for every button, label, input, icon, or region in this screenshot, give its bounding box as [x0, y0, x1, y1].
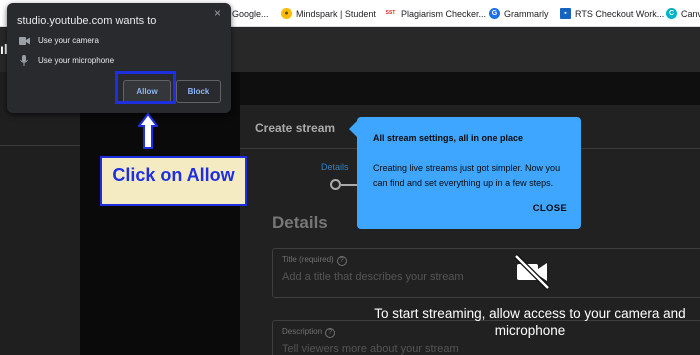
tooltip-body: Creating live streams just got simpler. … — [373, 163, 561, 188]
rts-icon: ▪ — [560, 8, 571, 19]
help-icon[interactable]: ? — [325, 328, 336, 338]
sst-icon: SST — [385, 10, 396, 16]
description-field-label: Description — [282, 327, 323, 336]
bookmark-plagiarism-checker[interactable]: SST Plagiarism Checker... — [384, 0, 486, 27]
bulb-icon: ● — [281, 8, 292, 19]
grammarly-icon: G — [489, 8, 500, 19]
title-placeholder: Add a title that describes your stream — [282, 271, 464, 283]
title-field[interactable]: Title (required)? Add a title that descr… — [272, 248, 700, 298]
background-area — [80, 72, 240, 355]
tooltip-title: All stream settings, all in one place — [373, 133, 524, 143]
camera-access-message: To start streaming, allow access to your… — [374, 306, 686, 338]
annotation-label: Click on Allow — [112, 165, 235, 185]
title-field-label: Title (required) — [282, 255, 334, 264]
description-placeholder: Tell viewers more about your stream — [282, 343, 459, 355]
left-sidebar — [0, 72, 80, 355]
tooltip-close-button[interactable]: CLOSE — [533, 203, 567, 214]
bookmark-mindspark[interactable]: ● Mindspark | Student — [281, 0, 376, 27]
up-arrow-icon — [138, 113, 158, 149]
bookmark-google[interactable]: Google... — [232, 0, 269, 27]
sidebar-divider — [0, 145, 80, 146]
section-heading: Details — [272, 213, 328, 232]
permission-camera: Use your camera — [17, 36, 99, 45]
dialog-title: Create stream — [255, 121, 336, 135]
tooltip-arrow — [349, 121, 357, 137]
step-label-details[interactable]: Details — [321, 162, 349, 172]
help-icon[interactable]: ? — [336, 256, 347, 266]
canva-icon: C — [666, 8, 677, 19]
video-camera-icon — [17, 36, 31, 45]
settings-tooltip: All stream settings, all in one place Cr… — [349, 117, 581, 229]
block-button[interactable]: Block — [176, 80, 221, 103]
bookmark-rts-checkout[interactable]: ▪ RTS Checkout Work... — [560, 0, 664, 27]
close-icon[interactable]: × — [214, 6, 221, 20]
step-indicator — [330, 179, 341, 190]
permission-microphone: Use your microphone — [17, 55, 114, 66]
allow-highlight-box — [115, 71, 176, 104]
permission-microphone-label: Use your microphone — [38, 56, 115, 65]
bookmark-grammarly[interactable]: G Grammarly — [489, 0, 549, 27]
bookmark-canva[interactable]: C Canv — [666, 0, 700, 27]
annotation-callout: Click on Allow — [100, 156, 247, 206]
permission-title: studio.youtube.com wants to — [17, 15, 157, 27]
camera-off-icon — [514, 254, 550, 290]
microphone-icon — [17, 55, 31, 66]
permission-camera-label: Use your camera — [38, 36, 99, 45]
